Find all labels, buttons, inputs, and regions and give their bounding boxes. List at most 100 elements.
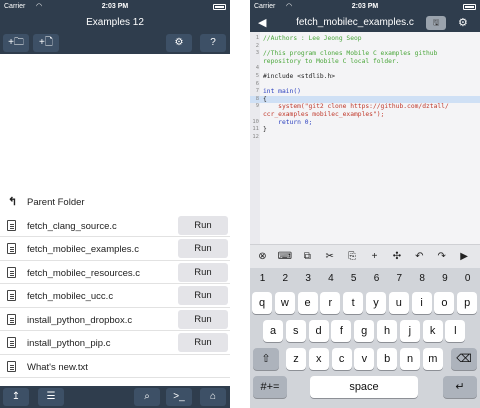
run-button[interactable]: Run <box>178 215 228 235</box>
delete-key[interactable]: ⌫ <box>451 348 477 370</box>
gear-icon[interactable]: ⚙ <box>458 16 468 29</box>
copy-icon[interactable]: ⧉ <box>299 248 316 265</box>
line-number: 12 <box>252 133 259 140</box>
run-button[interactable]: Run <box>178 286 228 305</box>
line-number: 8 <box>255 95 259 102</box>
help-button[interactable]: ? <box>200 34 226 52</box>
letter-key[interactable]: o <box>434 292 455 314</box>
run-button[interactable]: Run <box>178 309 228 329</box>
back-arrow-icon[interactable]: ◀ <box>258 16 266 29</box>
letter-key[interactable]: m <box>422 348 443 370</box>
line-number: 4 <box>255 65 259 72</box>
letter-key[interactable]: w <box>274 292 295 314</box>
cut-icon[interactable]: ✂ <box>321 248 338 265</box>
letter-key[interactable]: q <box>252 292 272 314</box>
line-number: 6 <box>255 80 259 87</box>
shift-key[interactable]: ⇧ <box>253 348 279 370</box>
undo-icon[interactable]: ↶ <box>411 248 428 265</box>
letter-key[interactable]: n <box>400 348 420 370</box>
letter-key[interactable]: f <box>331 320 352 342</box>
letter-key[interactable]: l <box>445 320 466 342</box>
number-key[interactable]: 5 <box>343 270 364 288</box>
move-icon[interactable]: ✣ <box>388 248 405 265</box>
file-browser-screen: Carrier ◠ 2:03 PM Examples 12 +🗀 +🗋 ⚙ ? … <box>0 0 230 408</box>
edit-toolbar: ⊗ ⌨ ⧉ ✂ ⎘ + ✣ ↶ ↷ ▶ <box>250 244 480 268</box>
run-button[interactable]: Run <box>178 239 228 258</box>
file-row[interactable]: fetch_mobilec_examples.c Run <box>0 237 230 261</box>
clock: 2:03 PM <box>101 3 129 10</box>
number-key[interactable]: 7 <box>389 270 410 288</box>
toolbar: +🗀 +🗋 ⚙ ? <box>0 32 230 54</box>
number-key[interactable]: 8 <box>412 270 433 288</box>
file-row[interactable]: fetch_clang_source.c Run <box>0 214 230 237</box>
status-bar: Carrier ◠ 2:03 PM <box>250 0 480 14</box>
letter-key[interactable]: x <box>308 348 329 370</box>
code-line: 2 <box>250 43 480 50</box>
letter-key[interactable]: j <box>399 320 420 342</box>
file-row[interactable]: install_python_pip.c Run <box>0 331 230 355</box>
number-key[interactable]: 0 <box>457 270 478 288</box>
up-arrow-icon: ↰ <box>8 196 18 208</box>
code-line: 6 <box>250 81 480 88</box>
letter-key[interactable]: z <box>286 348 306 370</box>
code-line: 4 <box>250 65 480 72</box>
letter-key[interactable]: g <box>354 320 375 342</box>
file-row[interactable]: What's new.txt <box>0 355 230 378</box>
keyboard-icon[interactable]: ⌨ <box>276 248 293 265</box>
letter-key[interactable]: s <box>285 320 306 342</box>
run-button[interactable]: Run <box>178 262 228 282</box>
line-number: 7 <box>255 88 259 95</box>
page-title: Examples 12 <box>86 17 144 28</box>
letter-key[interactable]: c <box>331 348 352 370</box>
letter-key[interactable]: h <box>377 320 397 342</box>
letter-key[interactable]: d <box>308 320 329 342</box>
new-file-button[interactable]: +🗋 <box>33 34 59 52</box>
space-key[interactable]: space <box>310 376 418 398</box>
symbols-key[interactable]: #+= <box>253 376 287 398</box>
file-icon <box>7 266 16 278</box>
nav-bar: ◀ fetch_mobilec_examples.c 🖫 ⚙ <box>250 14 480 32</box>
file-name: fetch_mobilec_examples.c <box>27 244 139 255</box>
number-key[interactable]: 1 <box>252 270 273 288</box>
run-button[interactable]: Run <box>178 333 228 352</box>
return-key[interactable]: ↵ <box>443 376 477 398</box>
file-row[interactable]: fetch_mobilec_ucc.c Run <box>0 284 230 308</box>
number-key[interactable]: 2 <box>275 270 296 288</box>
number-key[interactable]: 6 <box>366 270 387 288</box>
line-number: 1 <box>255 35 259 41</box>
list-icon[interactable]: ☰ <box>38 388 64 406</box>
code-line: ccr_examples mobilec_examples"); <box>250 111 480 118</box>
parent-folder-row[interactable]: ↰ Parent Folder <box>0 190 230 214</box>
number-key[interactable]: 9 <box>434 270 455 288</box>
letter-key[interactable]: a <box>263 320 283 342</box>
file-row[interactable]: fetch_mobilec_resources.c Run <box>0 261 230 284</box>
number-key[interactable]: 4 <box>320 270 341 288</box>
add-icon[interactable]: + <box>366 248 383 265</box>
code-editor[interactable]: 1 //Authors : Lee Jeong Seop 2 3 //This prog… <box>250 32 480 244</box>
paste-icon[interactable]: ⎘ <box>344 248 361 265</box>
code-text: ccr_examples mobilec_examples"); <box>263 111 385 118</box>
clear-icon[interactable]: ⊗ <box>254 248 271 265</box>
number-key[interactable]: 3 <box>298 270 319 288</box>
letter-key[interactable]: p <box>457 292 478 314</box>
letter-key[interactable]: u <box>388 292 409 314</box>
search-icon[interactable]: ⌕ <box>134 388 160 406</box>
redo-icon[interactable]: ↷ <box>433 248 450 265</box>
settings-gear-icon[interactable]: ⚙ <box>166 34 192 52</box>
new-folder-button[interactable]: +🗀 <box>3 34 29 52</box>
letter-key[interactable]: e <box>297 292 318 314</box>
run-icon[interactable]: ▶ <box>456 248 473 265</box>
letter-key[interactable]: v <box>354 348 375 370</box>
letter-key[interactable]: b <box>377 348 398 370</box>
letter-key[interactable]: t <box>343 292 364 314</box>
file-row[interactable]: install_python_dropbox.c Run <box>0 308 230 331</box>
terminal-icon[interactable]: >_ <box>166 388 192 406</box>
home-icon[interactable]: ⌂ <box>200 388 226 406</box>
upload-icon[interactable]: ↥ <box>3 388 29 406</box>
save-icon[interactable]: 🖫 <box>426 16 446 30</box>
letter-key[interactable]: i <box>411 292 432 314</box>
letter-key[interactable]: r <box>320 292 341 314</box>
status-bar: Carrier ◠ 2:03 PM <box>0 0 230 14</box>
letter-key[interactable]: k <box>422 320 443 342</box>
letter-key[interactable]: y <box>366 292 386 314</box>
